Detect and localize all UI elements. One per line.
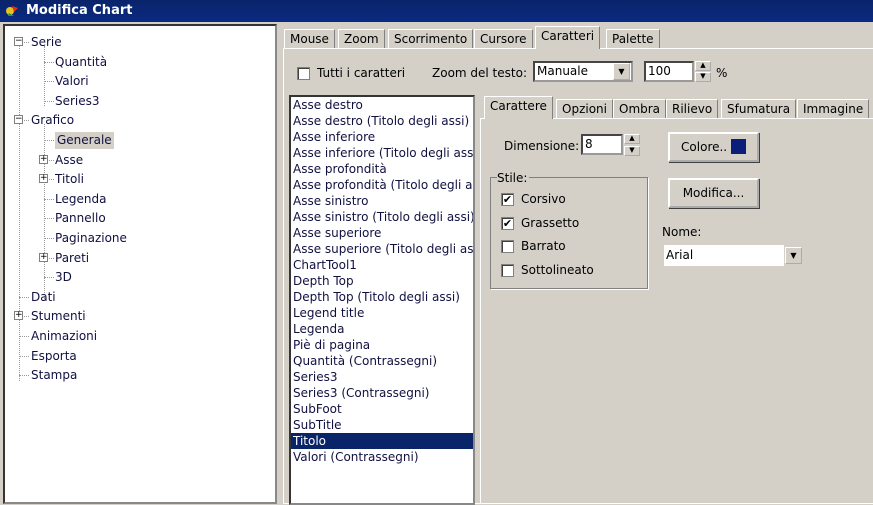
plus-expander-icon[interactable]: +	[14, 311, 23, 321]
list-item[interactable]: Asse inferiore	[291, 129, 473, 145]
tab-immagine[interactable]: Immagine	[797, 99, 870, 119]
zoom-value: 100	[648, 64, 671, 78]
tree-item[interactable]: Generale	[55, 132, 114, 149]
chevron-down-icon[interactable]: ▼	[613, 63, 630, 80]
grassetto-checkbox[interactable]: ✔	[501, 216, 514, 230]
settings-tree[interactable]: − Serie Quantità Valori Series3− Grafico Gener…	[3, 24, 277, 504]
sottolineato-label: Sottolineato	[521, 262, 594, 277]
tree-item[interactable]: Legenda	[55, 191, 106, 208]
tree-item[interactable]: Serie	[31, 34, 62, 51]
list-item[interactable]: Asse destro	[291, 97, 473, 113]
color-swatch	[730, 139, 746, 154]
window-title: Modifica Chart	[26, 3, 133, 18]
font-name-value: Arial	[666, 248, 694, 262]
list-item[interactable]: Series3	[291, 369, 473, 385]
title-bar: Modifica Chart	[0, 0, 873, 22]
list-item[interactable]: Piè di pagina	[291, 337, 473, 353]
tab-sfumatura[interactable]: Sfumatura	[721, 99, 797, 119]
minus-expander-icon[interactable]: −	[14, 37, 23, 46]
barrato-label: Barrato	[521, 239, 566, 253]
color-button[interactable]: Colore..	[668, 132, 759, 162]
list-item[interactable]: ChartTool1	[291, 257, 473, 273]
list-item[interactable]: SubTitle	[291, 417, 473, 433]
tree-item[interactable]: Esporta	[31, 348, 77, 365]
tree-item[interactable]: Valori	[55, 73, 89, 90]
font-name-select[interactable]: Arial	[664, 245, 784, 266]
minus-expander-icon[interactable]: −	[14, 115, 23, 125]
list-item[interactable]: Legenda	[291, 321, 473, 337]
tab-ombra[interactable]: Ombra	[613, 99, 667, 119]
list-item[interactable]: Asse sinistro	[291, 193, 473, 209]
modify-button-label: Modifica...	[682, 186, 745, 200]
percent-label: %	[716, 66, 728, 80]
tree-item[interactable]: Stampa	[31, 367, 77, 384]
size-input[interactable]: 8	[581, 134, 623, 155]
tab-scorrimento[interactable]: Scorrimento	[388, 29, 474, 49]
name-label: Nome:	[662, 225, 702, 239]
tree-item[interactable]: Series3	[55, 93, 100, 110]
list-item[interactable]: Valori (Contrassegni)	[291, 449, 473, 465]
list-item[interactable]: Asse destro (Titolo degli assi)	[291, 113, 473, 129]
plus-expander-icon[interactable]: +	[39, 252, 48, 262]
list-item[interactable]: Quantità (Contrassegni)	[291, 353, 473, 369]
tree-item[interactable]: Pannello	[55, 210, 106, 227]
corsivo-checkbox[interactable]: ✔	[501, 193, 514, 206]
tab-opzioni[interactable]: Opzioni	[556, 99, 613, 119]
list-item[interactable]: SubFoot	[291, 401, 473, 417]
spin-up-icon[interactable]: ▲	[695, 61, 711, 71]
app-logo-icon	[6, 6, 18, 16]
list-item[interactable]: Series3 (Contrassegni)	[291, 385, 473, 401]
zoom-mode-value: Manuale	[537, 64, 588, 78]
size-value: 8	[585, 137, 593, 151]
tab-mouse[interactable]: Mouse	[284, 29, 335, 49]
font-target-list[interactable]: Asse destro Asse destro (Titolo degli ass…	[289, 95, 475, 505]
tree-item[interactable]: Asse	[55, 152, 83, 169]
plus-expander-icon[interactable]: +	[39, 174, 48, 184]
spin-up-icon[interactable]: ▲	[624, 134, 640, 144]
tree-item[interactable]: Dati	[31, 289, 56, 306]
tab-rilievo[interactable]: Rilievo	[666, 99, 719, 119]
spin-down-icon[interactable]: ▼	[624, 146, 640, 156]
style-label: Stile:	[497, 171, 530, 185]
tab-palette[interactable]: Palette	[606, 29, 660, 49]
list-item[interactable]: Asse superiore (Titolo degli assi)	[291, 241, 473, 257]
zoom-value-input[interactable]: 100	[644, 61, 694, 82]
tree-item[interactable]: Stumenti	[31, 308, 86, 325]
list-item[interactable]: Asse superiore	[291, 225, 473, 241]
plus-expander-icon[interactable]: +	[39, 154, 48, 164]
list-item[interactable]: Asse inferiore (Titolo degli assi)	[291, 145, 473, 161]
list-item[interactable]: Depth Top	[291, 273, 473, 289]
chevron-down-icon[interactable]: ▼	[785, 247, 802, 264]
zoom-label: Zoom del testo:	[432, 66, 527, 80]
tab-carattere[interactable]: Carattere	[484, 96, 553, 119]
carattere-panel	[480, 118, 873, 504]
list-item[interactable]: Depth Top (Titolo degli assi)	[291, 289, 473, 305]
tree-item[interactable]: Quantità	[55, 54, 107, 71]
list-item[interactable]: Titolo	[291, 433, 473, 449]
barrato-checkbox[interactable]	[501, 240, 514, 253]
size-label: Dimensione:	[504, 139, 580, 153]
all-fonts-checkbox[interactable]	[297, 67, 310, 80]
color-button-label: Colore..	[681, 140, 728, 154]
tree-item[interactable]: Pareti	[55, 250, 89, 267]
tree-item[interactable]: Grafico	[31, 112, 74, 129]
grassetto-label: Grassetto	[521, 215, 580, 230]
tree-item[interactable]: Titoli	[55, 171, 84, 188]
tab-caratteri[interactable]: Caratteri	[535, 26, 601, 49]
list-item[interactable]: Asse profondità	[291, 161, 473, 177]
tree-item[interactable]: Paginazione	[55, 230, 127, 247]
list-item[interactable]: Asse profondità (Titolo degli assi)	[291, 177, 473, 193]
all-fonts-label: Tutti i caratteri	[317, 66, 406, 80]
tab-cursore[interactable]: Cursore	[474, 29, 533, 49]
list-item[interactable]: Legend title	[291, 305, 473, 321]
spin-down-icon[interactable]: ▼	[695, 72, 711, 82]
sottolineato-checkbox[interactable]	[501, 263, 514, 277]
tree-item[interactable]: Animazioni	[31, 328, 97, 345]
tab-zoom[interactable]: Zoom	[338, 29, 385, 49]
tree-item[interactable]: 3D	[55, 269, 72, 286]
modify-button[interactable]: Modifica...	[668, 178, 759, 208]
list-item[interactable]: Asse sinistro (Titolo degli assi)	[291, 209, 473, 225]
corsivo-label: Corsivo	[521, 192, 566, 206]
